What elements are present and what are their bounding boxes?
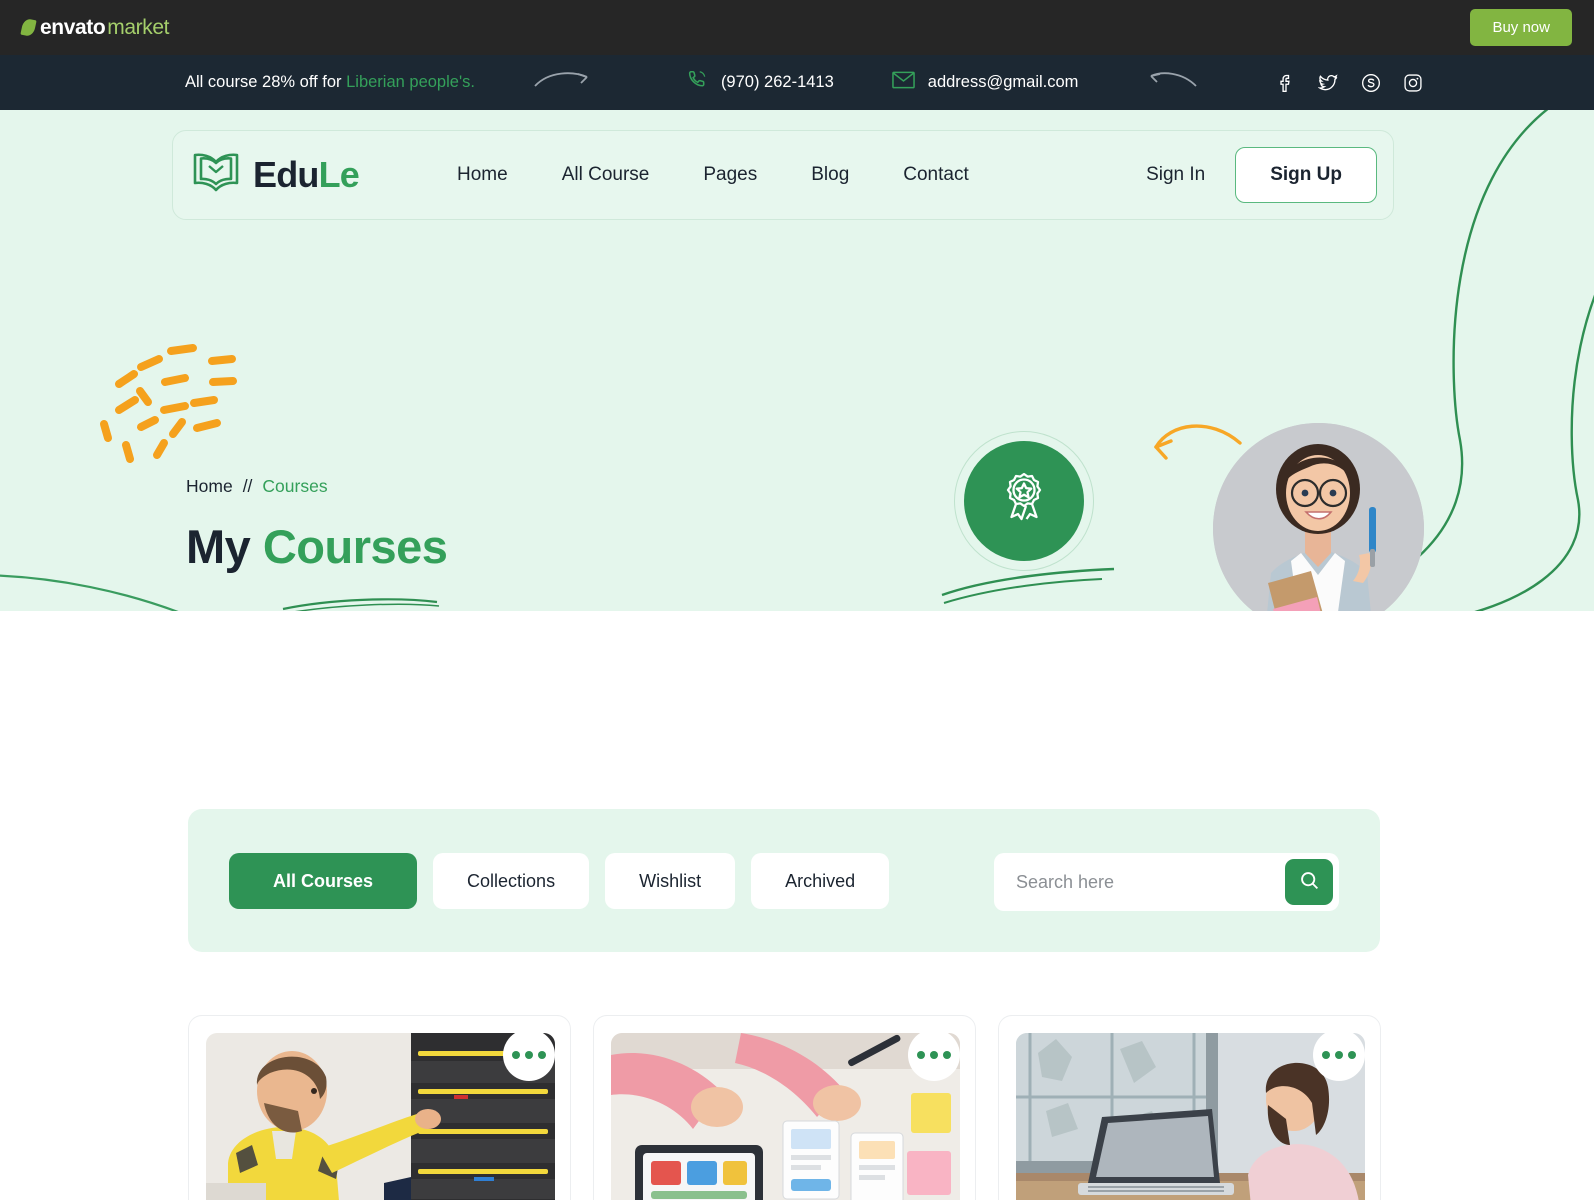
- nav-item-home[interactable]: Home: [457, 164, 508, 186]
- tab-wishlist[interactable]: Wishlist: [605, 853, 736, 909]
- dot-icon: [1335, 1051, 1343, 1059]
- brand-name-first: Edu: [253, 154, 319, 195]
- hero-section: EduLe Home All Course Pages Blog Contact…: [0, 110, 1594, 611]
- buy-now-button[interactable]: Buy now: [1470, 9, 1572, 46]
- brand-name-second: Le: [318, 154, 360, 195]
- search-box: [994, 853, 1339, 911]
- page-title-first: My: [186, 520, 263, 573]
- phone-number: (970) 262-1413: [720, 73, 834, 91]
- search-button[interactable]: [1285, 859, 1333, 905]
- dot-icon: [512, 1051, 520, 1059]
- nav-item-pages[interactable]: Pages: [703, 164, 757, 186]
- title-underline-swash: [281, 571, 441, 611]
- arrow-left-icon: [1148, 69, 1198, 96]
- search-input[interactable]: [994, 871, 1285, 893]
- instagram-icon[interactable]: [1403, 73, 1423, 93]
- brand-name: EduLe: [253, 154, 360, 196]
- promo-prefix: All course 28% off for: [185, 73, 347, 91]
- breadcrumb: Home // Courses: [186, 476, 447, 497]
- award-ribbon-icon: [992, 467, 1056, 536]
- skype-icon[interactable]: [1361, 73, 1381, 93]
- table-row[interactable]: Rose Simmons || Obula Malsh: [998, 1015, 1381, 1200]
- badge-underline-swash: [941, 567, 1115, 604]
- breadcrumb-separator: //: [242, 476, 253, 496]
- nav-item-contact[interactable]: Contact: [903, 164, 968, 186]
- nav-item-all-course[interactable]: All Course: [562, 164, 650, 186]
- award-badge: [964, 441, 1084, 561]
- nav-links: Home All Course Pages Blog Contact: [457, 164, 969, 186]
- dot-icon: [525, 1051, 533, 1059]
- filter-tabs: All Courses Collections Wishlist Archive…: [229, 853, 890, 909]
- phone-icon: [686, 69, 708, 96]
- book-logo-icon: [191, 151, 241, 200]
- envato-market-bar: envato market Buy now: [0, 0, 1594, 55]
- facebook-icon[interactable]: [1276, 73, 1296, 93]
- dot-icon: [917, 1051, 925, 1059]
- arrow-right-icon: [533, 69, 591, 96]
- envato-logo-bold: envato: [40, 15, 106, 39]
- email-contact[interactable]: address@gmail.com: [891, 71, 1079, 94]
- tab-collections[interactable]: Collections: [433, 853, 590, 909]
- dot-icon: [930, 1051, 938, 1059]
- promo-text: All course 28% off for Liberian people's…: [185, 73, 475, 92]
- dot-icon: [1348, 1051, 1356, 1059]
- page-title: My Courses: [186, 519, 448, 611]
- tab-all-courses[interactable]: All Courses: [229, 853, 418, 909]
- mail-icon: [891, 71, 915, 94]
- tab-archived[interactable]: Archived: [751, 853, 890, 909]
- course-options-button[interactable]: [908, 1029, 960, 1081]
- envato-logo-light: market: [107, 15, 170, 39]
- promo-highlight: Liberian people's.: [346, 73, 475, 91]
- main-content: All Courses Collections Wishlist Archive…: [0, 611, 1594, 1200]
- curved-arrow-icon: [1154, 424, 1242, 460]
- envato-leaf-icon: [20, 17, 37, 38]
- nav-auth-actions: Sign In Sign Up: [1146, 147, 1377, 203]
- nav-item-blog[interactable]: Blog: [811, 164, 849, 186]
- breadcrumb-home[interactable]: Home: [186, 476, 233, 497]
- course-options-button[interactable]: [503, 1029, 555, 1081]
- dot-icon: [943, 1051, 951, 1059]
- dot-icon: [1322, 1051, 1330, 1059]
- table-row[interactable]: Pamela Foster || Obula Malsh: [593, 1015, 976, 1200]
- dot-icon: [538, 1051, 546, 1059]
- course-filter-panel: All Courses Collections Wishlist Archive…: [188, 809, 1380, 952]
- phone-contact[interactable]: (970) 262-1413: [686, 69, 834, 96]
- search-icon: [1299, 870, 1320, 894]
- page-title-second: Courses: [262, 520, 448, 573]
- email-address: address@gmail.com: [927, 73, 1079, 91]
- course-cards-grid: Jason Williams || Obula Malsh: [188, 1015, 1381, 1200]
- main-navbar: EduLe Home All Course Pages Blog Contact…: [172, 130, 1394, 220]
- sign-up-button[interactable]: Sign Up: [1235, 147, 1377, 203]
- course-options-button[interactable]: [1313, 1029, 1365, 1081]
- twitter-icon[interactable]: [1318, 73, 1339, 93]
- table-row[interactable]: Jason Williams || Obula Malsh: [188, 1015, 571, 1200]
- sign-in-link[interactable]: Sign In: [1146, 164, 1205, 186]
- breadcrumb-courses[interactable]: Courses: [262, 476, 327, 497]
- social-links: [1276, 73, 1423, 93]
- top-info-bar: All course 28% off for Liberian people's…: [0, 55, 1594, 110]
- brand-logo[interactable]: EduLe: [191, 151, 360, 200]
- envato-market-logo[interactable]: envato market: [20, 15, 170, 40]
- hero-content: Home // Courses My Courses: [186, 476, 448, 611]
